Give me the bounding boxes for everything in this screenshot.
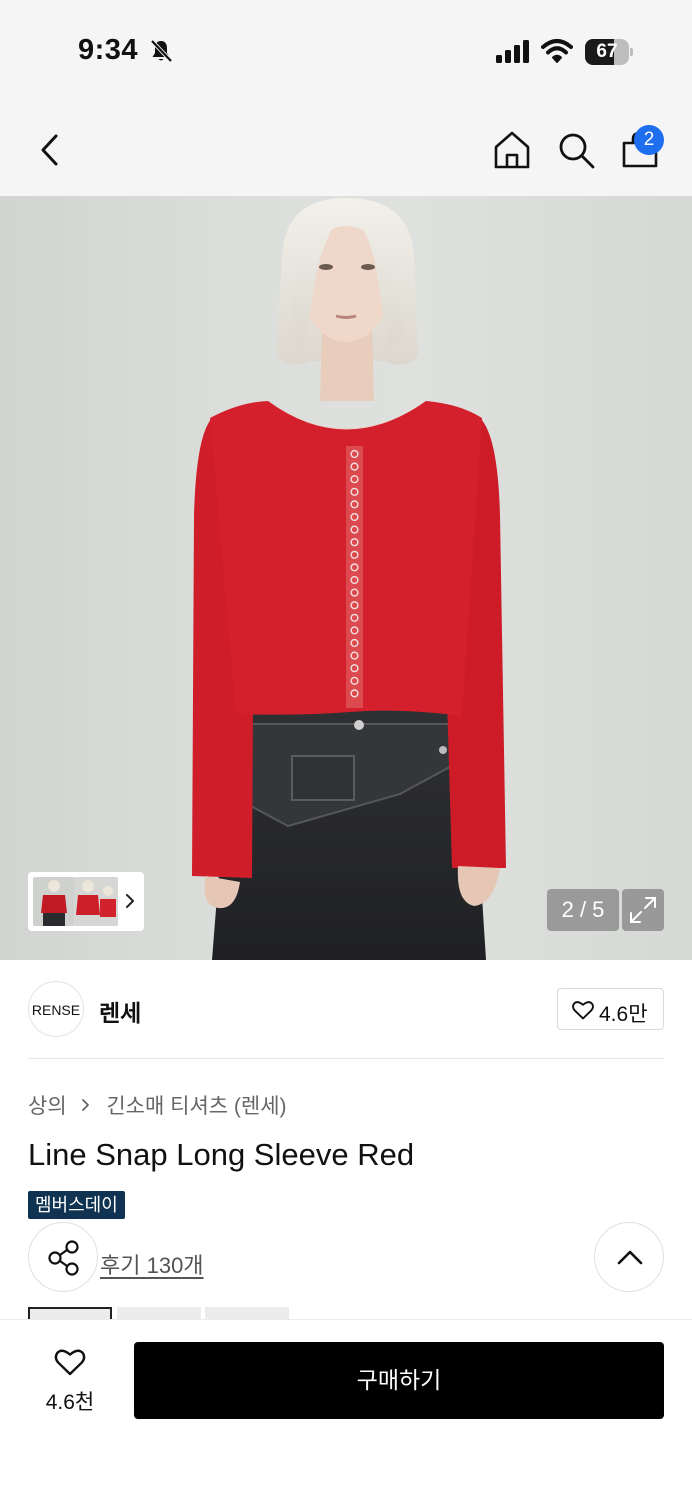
gallery-thumb[interactable] [33, 877, 75, 926]
wifi-icon [541, 39, 573, 63]
share-icon [48, 1240, 79, 1276]
gallery-thumb[interactable] [74, 877, 118, 926]
signal-icon [496, 40, 529, 63]
image-page-counter: 2 / 5 [547, 889, 619, 931]
gallery-thumbnails[interactable] [28, 872, 144, 931]
divider [28, 1058, 664, 1059]
heart-icon [54, 1349, 86, 1376]
model-photo [192, 198, 506, 960]
heart-icon [572, 1001, 594, 1020]
wishlist-button[interactable]: 4.6천 [30, 1342, 110, 1418]
back-arrow-icon[interactable] [30, 128, 70, 172]
member-day-badge: 멤버스데이 [28, 1191, 125, 1219]
wishlist-count: 4.6천 [45, 1391, 95, 1414]
chevron-up-icon [617, 1250, 643, 1265]
breadcrumb: 상의 긴소매 티셔츠 (렌세) [28, 1090, 287, 1120]
product-image[interactable]: 2 / 5 [0, 196, 692, 960]
brand-logo[interactable]: RENSE [28, 981, 84, 1037]
share-button[interactable] [28, 1222, 98, 1292]
expand-button[interactable] [622, 889, 664, 931]
top-bar: 9:34 67 2 [0, 0, 692, 196]
bell-slash-icon [150, 39, 173, 63]
breadcrumb-subcategory[interactable]: 긴소매 티셔츠 (렌세) [106, 1095, 286, 1118]
thumb-image [76, 880, 116, 917]
breadcrumb-category[interactable]: 상의 [28, 1095, 67, 1118]
reviews-link[interactable]: 후기 130개 [100, 1248, 204, 1280]
cart-count-badge: 2 [634, 125, 664, 155]
battery-indicator: 67 [585, 39, 633, 65]
scroll-top-button[interactable] [594, 1222, 664, 1292]
chevron-right-icon [82, 1099, 90, 1111]
brand-name[interactable]: 렌세 [99, 994, 141, 1028]
brand-like-button[interactable]: 4.6만 [557, 988, 664, 1030]
chevron-right-icon[interactable] [122, 889, 138, 913]
expand-icon [630, 897, 656, 923]
status-time: 9:34 [78, 34, 139, 66]
home-icon[interactable] [490, 128, 534, 172]
battery-level: 67 [596, 41, 618, 62]
product-title: Line Snap Long Sleeve Red [28, 1137, 415, 1172]
search-icon[interactable] [554, 128, 598, 172]
thumb-image [41, 880, 67, 926]
battery-tip [630, 48, 633, 56]
battery-icon: 67 [585, 39, 629, 65]
brand-like-count: 4.6만 [599, 1003, 648, 1026]
buy-button[interactable]: 구매하기 [134, 1342, 664, 1419]
